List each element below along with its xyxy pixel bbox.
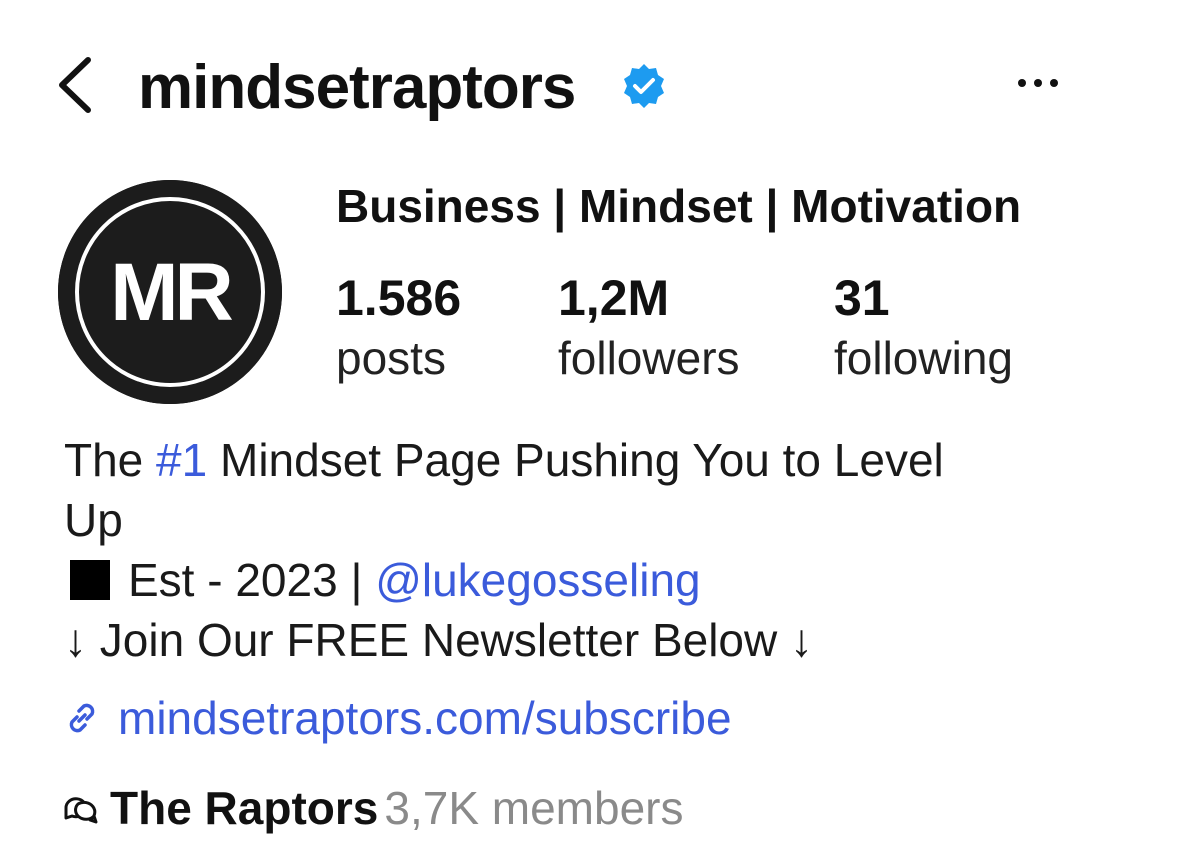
stat-posts[interactable]: 1.586 posts xyxy=(336,268,461,388)
profile-avatar[interactable]: MR xyxy=(58,180,282,404)
bio-text: The xyxy=(64,434,157,486)
followers-label: followers xyxy=(558,332,740,384)
verified-badge-icon xyxy=(620,62,668,110)
stat-following[interactable]: 31 following xyxy=(834,268,1013,388)
bio-line-1: The #1 Mindset Page Pushing You to Level xyxy=(64,430,1064,490)
back-button[interactable] xyxy=(48,50,104,120)
link-icon xyxy=(60,694,104,738)
profile-header: mindsetraptors xyxy=(0,0,1200,170)
chevron-left-icon xyxy=(59,57,91,113)
profile-website-link[interactable]: mindsetraptors.com/subscribe xyxy=(60,688,732,748)
bio-line-2: Up xyxy=(64,494,123,546)
website-url: mindsetraptors.com/subscribe xyxy=(118,692,732,744)
bio-hashtag-link[interactable]: #1 xyxy=(156,434,207,486)
bio-text: Mindset Page Pushing You to Level xyxy=(207,434,944,486)
bio-mention-link[interactable]: @lukegosseling xyxy=(375,554,700,606)
bio-line-4: ↓ Join Our FREE Newsletter Below ↓ xyxy=(64,610,1064,670)
followers-count: 1,2M xyxy=(558,270,670,326)
community-channel[interactable]: The Raptors 3,7K members xyxy=(60,778,684,838)
community-name: The Raptors xyxy=(110,782,379,834)
community-member-count: 3,7K members xyxy=(384,782,684,834)
avatar-logo-text: MR xyxy=(110,247,232,338)
black-square-icon xyxy=(70,560,110,600)
down-arrow-icon: ↓ xyxy=(790,614,814,666)
posts-label: posts xyxy=(336,332,446,384)
bio-text: Est - 2023 | xyxy=(128,554,376,606)
chat-bubbles-icon xyxy=(60,784,104,828)
posts-count: 1.586 xyxy=(336,270,462,326)
more-options-button[interactable] xyxy=(1010,58,1066,108)
profile-category: Business | Mindset | Motivation xyxy=(336,180,1022,232)
down-arrow-icon: ↓ xyxy=(64,614,87,666)
profile-username: mindsetraptors xyxy=(138,53,576,122)
more-horizontal-icon xyxy=(1018,79,1058,87)
bio-text: Join Our FREE Newsletter Below xyxy=(87,614,791,666)
following-label: following xyxy=(834,332,1013,384)
following-count: 31 xyxy=(834,270,890,326)
bio-line-3: Est - 2023 | @lukegosseling xyxy=(64,550,1064,610)
profile-bio: The #1 Mindset Page Pushing You to Level… xyxy=(64,430,1064,670)
stat-followers[interactable]: 1,2M followers xyxy=(558,268,740,388)
